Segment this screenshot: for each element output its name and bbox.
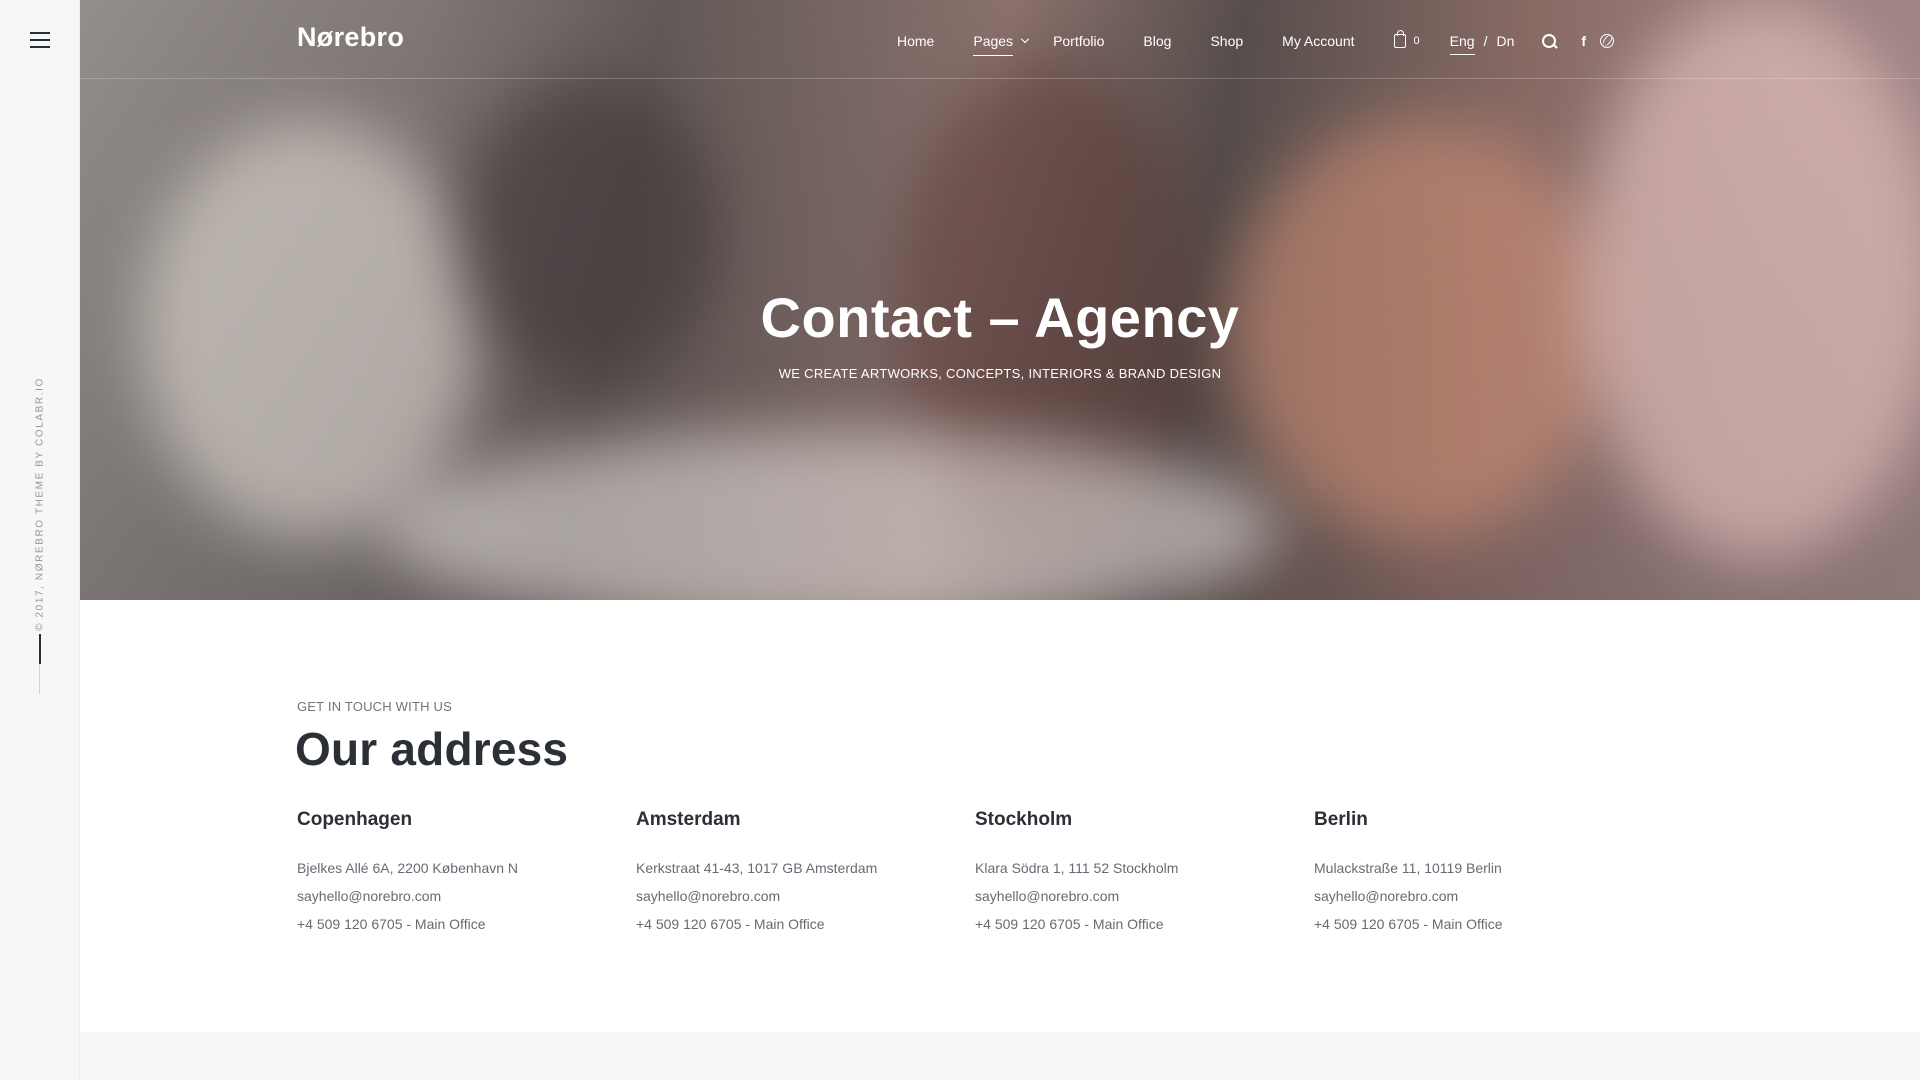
lang-separator: / [1483, 33, 1488, 49]
main-nav: Home Pages Portfolio Blog Shop My Accoun… [897, 30, 1615, 56]
rail-divider-light [39, 664, 40, 694]
office-email[interactable]: sayhello@norebro.com [1314, 882, 1634, 910]
nav-portfolio[interactable]: Portfolio [1053, 33, 1104, 49]
office-street: Bjelkes Allé 6A, 2200 København N [297, 860, 519, 876]
nav-shop[interactable]: Shop [1210, 33, 1243, 49]
office-street: Mulackstraße 11, 10119 Berlin [1314, 860, 1502, 876]
footer-band [80, 1032, 1920, 1080]
side-rail: © 2017, NØREBRO THEME BY COLABR.IO [0, 0, 80, 1080]
office-email[interactable]: sayhello@norebro.com [975, 882, 1295, 910]
section-eyebrow: Get in touch with us [297, 699, 452, 714]
office-card: Copenhagen Bjelkes Allé 6A, 2200 Københa… [297, 809, 617, 938]
nav-my-account[interactable]: My Account [1282, 33, 1354, 49]
nav-pages-label: Pages [973, 32, 1014, 49]
shopping-bag-icon [1393, 30, 1406, 48]
cart-count: 0 [1413, 35, 1420, 47]
site-logo[interactable]: Nørebro [297, 22, 404, 53]
language-switcher: Eng / Dn [1449, 28, 1514, 55]
office-card: Stockholm Klara Södra 1, 111 52 Stockhol… [975, 809, 1295, 938]
office-card: Berlin Mulackstraße 11, 10119 Berlin say… [1314, 809, 1634, 938]
search-icon[interactable] [1542, 33, 1557, 49]
chevron-down-icon [1020, 34, 1030, 43]
office-phone: +4 509 120 6705 - Main Office [297, 916, 486, 932]
cart-button[interactable]: 0 [1393, 30, 1420, 48]
office-email[interactable]: sayhello@norebro.com [636, 882, 956, 910]
facebook-icon[interactable]: f [1581, 33, 1586, 49]
office-phone: +4 509 120 6705 - Main Office [975, 916, 1164, 932]
office-street: Klara Södra 1, 111 52 Stockholm [975, 860, 1179, 876]
office-card: Amsterdam Kerkstraat 41-43, 1017 GB Amst… [636, 809, 956, 938]
nav-pages[interactable]: Pages [973, 32, 1030, 56]
lang-dn[interactable]: Dn [1496, 33, 1514, 49]
office-street: Kerkstraat 41-43, 1017 GB Amsterdam [636, 860, 878, 876]
header-divider [80, 78, 1920, 79]
rail-divider-dark [39, 634, 41, 664]
copyright-text: © 2017, NØREBRO THEME BY COLABR.IO [34, 377, 46, 631]
hamburger-menu-icon[interactable] [30, 32, 50, 48]
office-phone: +4 509 120 6705 - Main Office [636, 916, 825, 932]
lang-eng[interactable]: Eng [1449, 33, 1475, 55]
dribbble-icon[interactable] [1600, 34, 1615, 48]
hero-banner: Nørebro Home Pages Portfolio Blog Shop M… [80, 0, 1920, 600]
office-phone: +4 509 120 6705 - Main Office [1314, 916, 1503, 932]
nav-blog[interactable]: Blog [1143, 33, 1171, 49]
office-email[interactable]: sayhello@norebro.com [297, 882, 617, 910]
office-city: Amsterdam [636, 809, 741, 830]
page-title: Contact – Agency [760, 286, 1240, 349]
hero-photo-shape [1580, 0, 1920, 560]
office-city: Stockholm [975, 809, 1073, 830]
office-city: Copenhagen [297, 809, 413, 830]
office-city: Berlin [1314, 809, 1368, 830]
page-subtitle: We create artworks, concepts, interiors … [778, 366, 1222, 381]
nav-home[interactable]: Home [897, 33, 934, 49]
section-title: Our address [295, 723, 569, 775]
